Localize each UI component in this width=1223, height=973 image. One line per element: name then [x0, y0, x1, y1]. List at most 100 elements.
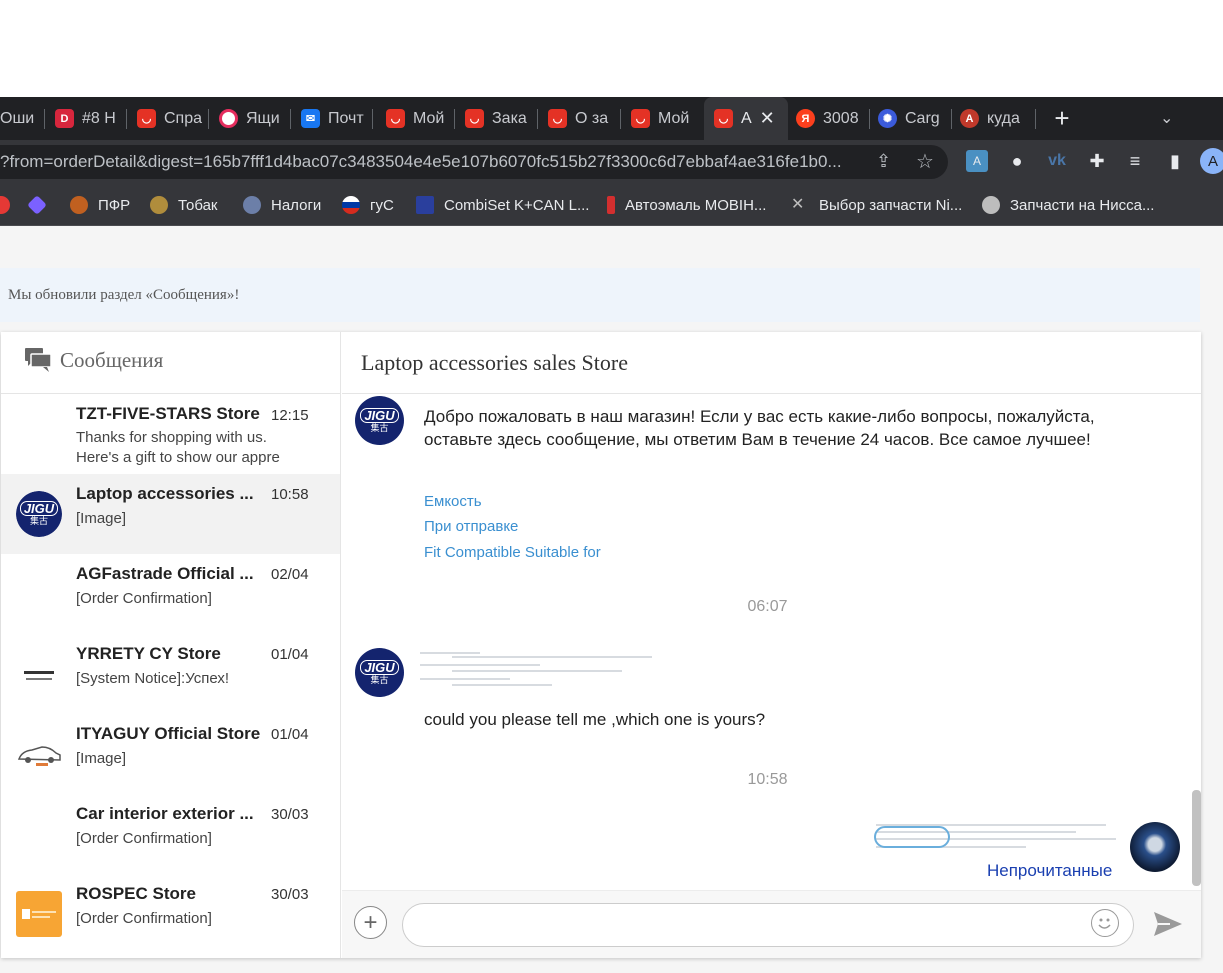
emoji-icon[interactable]	[1091, 909, 1119, 937]
vk-icon[interactable]: vk	[1046, 150, 1068, 172]
tab[interactable]: ◡ Мой	[373, 97, 455, 140]
logo-text: JIGU	[360, 659, 399, 675]
bookmark-label: Налоги	[271, 196, 322, 214]
bookmark-item[interactable]: ✕ Выбор запчасти Ni...	[791, 184, 962, 226]
conversation-name: ROSPEC Store	[76, 884, 196, 903]
update-notice: Мы обновили раздел «Сообщения»!	[0, 268, 1200, 322]
conversation-list: Сообщения TZT-FIVE-STARS Store 12:15 Tha…	[1, 332, 341, 958]
tab[interactable]: Aкуда	[952, 97, 1036, 140]
flag-bookmark-icon	[342, 196, 360, 214]
unread-indicator[interactable]: Непрочитанные	[987, 861, 1112, 881]
tab-label: куда	[987, 109, 1020, 127]
store-avatar: JIGU 集古	[16, 491, 62, 537]
faq-link[interactable]: Емкость	[424, 493, 482, 510]
extension-icon[interactable]: ●	[1006, 150, 1028, 172]
red-bookmark-icon	[0, 196, 10, 214]
bookmark-item[interactable]	[27, 184, 54, 226]
gemini-bookmark-icon	[27, 195, 47, 215]
bookmark-star-icon[interactable]: ☆	[916, 149, 934, 174]
logo-text: 集古	[370, 422, 389, 433]
store-avatar: JIGU 集古	[355, 396, 404, 445]
emoji-icon	[1098, 918, 1111, 929]
conversation-item[interactable]: ROSPEC Store 30/03 [Order Confirmation]	[1, 874, 340, 954]
bookmark-item[interactable]: Автоэмаль МОВІН...	[607, 184, 766, 226]
gear-bookmark-icon	[982, 196, 1000, 214]
tab[interactable]: D #8 Н	[45, 97, 127, 140]
new-tab-button[interactable]: +	[1050, 97, 1074, 140]
conversation-item[interactable]: AGFastrade Official ... 02/04 [Order Con…	[1, 554, 340, 634]
conversation-time: 30/03	[271, 886, 309, 903]
bookmark-item[interactable]: ПФР	[70, 184, 130, 226]
send-icon[interactable]	[1152, 910, 1184, 938]
conversation-time: 01/04	[271, 726, 309, 743]
message-input[interactable]	[402, 903, 1134, 947]
profile-avatar[interactable]: A	[1200, 148, 1223, 174]
jigu-logo-icon: JIGU 集古	[355, 648, 404, 697]
image-attachment[interactable]	[412, 646, 662, 692]
tab[interactable]: Я 3008	[788, 97, 870, 140]
bookmark-item[interactable]: Запчасти на Нисса...	[982, 184, 1154, 226]
extension-icon[interactable]: A	[966, 150, 988, 172]
media-icon[interactable]: ≡	[1124, 150, 1146, 172]
tab[interactable]: ✉ Почт	[291, 97, 373, 140]
conversation-list-header: Сообщения	[1, 332, 340, 394]
bookmark-item[interactable]: Налоги	[243, 184, 321, 226]
conversation-item[interactable]: ITYAGUY Official Store 01/04 [Image]	[1, 714, 340, 794]
tab[interactable]: ◡ О за	[538, 97, 621, 140]
aliexpress-tab-icon: ◡	[137, 109, 156, 128]
tab[interactable]: Ящи	[209, 97, 291, 140]
close-icon[interactable]: ✕	[760, 108, 775, 129]
address-bar[interactable]: ?from=orderDetail&digest=165b7fff1d4bac0…	[0, 145, 948, 179]
tab-label: Мой	[413, 109, 445, 127]
conversation-preview: [Image]	[76, 510, 127, 527]
conversation-item[interactable]: TZT-FIVE-STARS Store 12:15 Thanks for sh…	[1, 394, 340, 474]
attach-button[interactable]: +	[354, 906, 387, 939]
aliexpress-tab-icon: ◡	[465, 109, 484, 128]
bookmark-label: Запчасти на Нисса...	[1010, 196, 1155, 214]
bookmark-item[interactable]	[0, 184, 20, 226]
share-icon[interactable]: ⇪	[876, 151, 891, 172]
tab[interactable]: ◡ Мой	[621, 97, 704, 140]
bookmark-item[interactable]: гуС	[342, 184, 394, 226]
aliexpress-tab-icon: ◡	[548, 109, 567, 128]
tab-label: О за	[575, 109, 609, 127]
bookmark-item[interactable]: Тобак	[150, 184, 218, 226]
conversation-preview: [Order Confirmation]	[76, 910, 212, 927]
tab[interactable]: ◡ Зака	[455, 97, 538, 140]
tab-label: Ящи	[246, 109, 280, 127]
bookmark-item[interactable]: CombiSet K+CAN L...	[416, 184, 589, 226]
tab-search-icon[interactable]: ⌄	[1160, 108, 1173, 128]
conversation-item[interactable]: YRRETY CY Store 01/04 [System Notice]:Ус…	[1, 634, 340, 714]
conversation-name: ITYAGUY Official Store	[76, 724, 261, 743]
tab-strip: Оши D #8 Н ◡ Спра Ящи ✉ Почт ◡ Мой ◡ Зака ◡ О …	[0, 97, 1223, 140]
conversation-item-active[interactable]: JIGU 集古 Laptop accessories ... 10:58 [Im…	[1, 474, 340, 554]
composer: +	[342, 890, 1201, 958]
tab-active[interactable]: ◡ А ✕	[704, 97, 788, 140]
paint-bookmark-icon	[607, 196, 615, 214]
tab-label: Carg	[905, 109, 940, 127]
conversation-item[interactable]: Car interior exterior ... 30/03 [Order C…	[1, 794, 340, 874]
welcome-message: Добро пожаловать в наш магазин! Если у в…	[424, 407, 1095, 449]
side-panel-icon[interactable]: ▮	[1164, 150, 1186, 172]
tab-label: А	[741, 109, 752, 127]
messages-panel: Сообщения TZT-FIVE-STARS Store 12:15 Tha…	[1, 332, 1201, 958]
conversation-name: TZT-FIVE-STARS Store	[76, 404, 260, 423]
tab[interactable]: Оши	[0, 97, 45, 140]
tab[interactable]: ✺ Carg	[870, 97, 952, 140]
window-top-area	[0, 0, 1223, 97]
conversation-name: Car interior exterior ...	[76, 804, 254, 823]
tab-label: Зака	[492, 109, 527, 127]
logo-text: 集古	[29, 516, 48, 526]
chat-pane: Laptop accessories sales Store JIGU 集古 Д…	[342, 332, 1201, 958]
toolbar: ?from=orderDetail&digest=165b7fff1d4bac0…	[0, 140, 1223, 184]
chat-scrollbar[interactable]	[1192, 790, 1201, 886]
tools-bookmark-icon: ✕	[791, 196, 805, 213]
faq-link[interactable]: При отправке	[424, 518, 518, 535]
bookmark-label: гуС	[370, 196, 394, 214]
message-timestamp: 10:58	[747, 771, 788, 788]
faq-link[interactable]: Fit Compatible Suitable for	[424, 544, 601, 561]
puzzle-icon[interactable]: ✚	[1086, 150, 1108, 172]
image-attachment[interactable]	[872, 820, 1122, 860]
tab[interactable]: ◡ Спра	[127, 97, 209, 140]
bookmark-label: Выбор запчасти Ni...	[819, 196, 963, 214]
